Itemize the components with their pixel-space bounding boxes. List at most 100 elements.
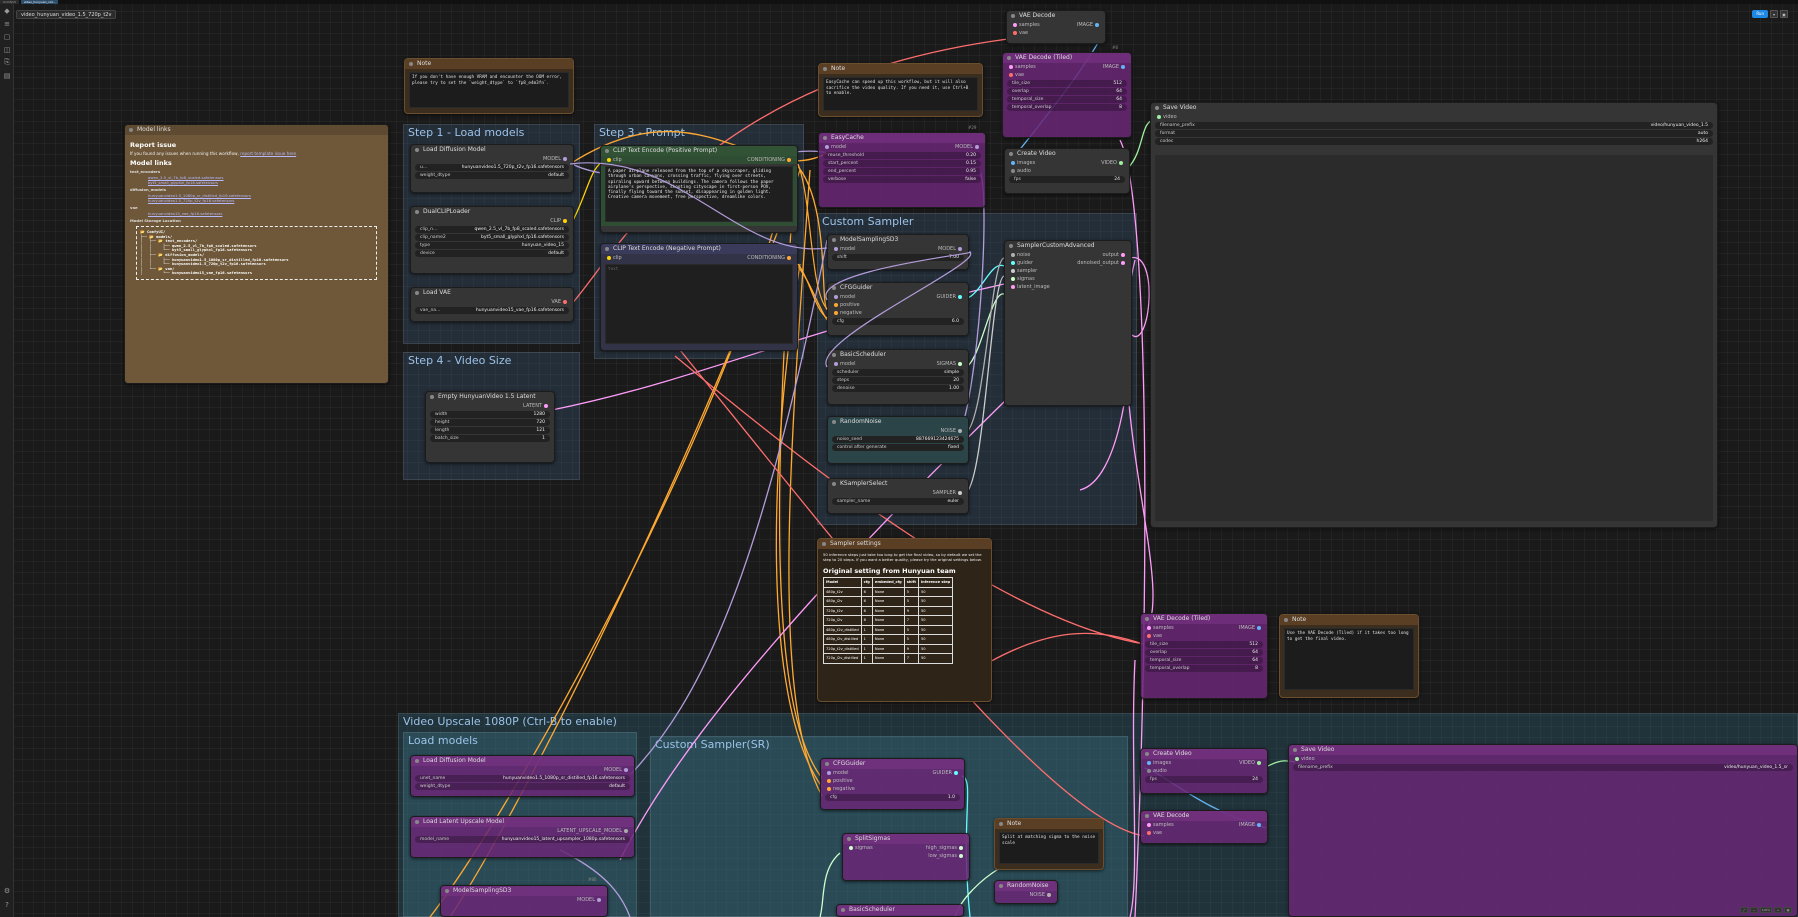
slot-dot[interactable] bbox=[958, 247, 962, 251]
note-split-sigma[interactable]: Note Split at matching sigma to the nois… bbox=[994, 818, 1104, 870]
control-after-generate-widget[interactable]: control after generate fixed bbox=[832, 444, 964, 451]
node-library-icon[interactable]: ▢ bbox=[0, 30, 14, 43]
load-vae-node[interactable]: Load VAE VAE vae_na... hunyuanvideo15_vae… bbox=[410, 287, 574, 322]
run-button[interactable]: Run bbox=[1752, 10, 1768, 18]
reuse-threshold-widget[interactable]: reuse_threshold 0.20 bbox=[823, 152, 981, 159]
output-slot[interactable]: low_sigmas bbox=[843, 852, 969, 860]
length-widget[interactable]: length 121 bbox=[430, 427, 550, 434]
cfg-widget[interactable]: cfg 1.0 bbox=[825, 794, 960, 801]
slot-dot[interactable] bbox=[624, 829, 628, 833]
format-widget[interactable]: format auto bbox=[1155, 130, 1713, 137]
slot-dot[interactable] bbox=[1011, 169, 1015, 173]
input-slot[interactable]: audio bbox=[1141, 767, 1267, 775]
codec-widget[interactable]: codec h264 bbox=[1155, 138, 1713, 145]
io-row[interactable]: samples IMAGE bbox=[1141, 821, 1267, 829]
sr-load-latent-upscale-node[interactable]: Load Latent Upscale Model LATENT_UPSCALE… bbox=[410, 816, 635, 858]
slot-dot[interactable] bbox=[1095, 23, 1099, 27]
io-row[interactable]: clip CONDITIONING bbox=[601, 254, 797, 262]
slot-dot[interactable] bbox=[834, 311, 838, 315]
slot-dot[interactable] bbox=[1257, 761, 1261, 765]
input-slot[interactable]: positive bbox=[821, 777, 964, 785]
device-widget[interactable]: device default bbox=[415, 250, 569, 257]
slot-dot[interactable] bbox=[607, 158, 611, 162]
input-slot[interactable]: vae bbox=[1141, 632, 1267, 640]
output-slot[interactable]: SAMPLER bbox=[828, 489, 968, 497]
filename-prefix-widget[interactable]: filename_prefix video/hunyuan_video_1.5_s… bbox=[1293, 764, 1793, 771]
model-link[interactable]: hunyuanvideo15_vae_fp16.safetensors bbox=[148, 211, 383, 216]
output-slot[interactable]: MODEL bbox=[411, 155, 573, 163]
noise-seed-widget[interactable]: noise_seed 887669123424675 bbox=[832, 436, 964, 443]
minimap-icon[interactable]: ▦ bbox=[1784, 907, 1792, 913]
sr-splitsigmas-node[interactable]: SplitSigmas sigmas high_sigmas low_sigmas bbox=[842, 833, 970, 881]
io-row[interactable]: model SIGMAS bbox=[828, 360, 968, 368]
sr-cfgguider-node[interactable]: CFGGuider model GUIDER positive negative … bbox=[820, 758, 965, 810]
slot-dot[interactable] bbox=[834, 295, 838, 299]
report-link[interactable]: report template issue here bbox=[240, 151, 296, 156]
io-row[interactable]: model MODEL bbox=[819, 143, 985, 151]
load-diffusion-model-node[interactable]: Load Diffusion Model MODEL u... hunyuanvi… bbox=[410, 144, 574, 193]
workflow-tab[interactable]: video_hunyuan_video_1.5_720p_t2v bbox=[16, 10, 117, 19]
io-row[interactable]: model GUIDER bbox=[821, 769, 964, 777]
sr-save-video-node[interactable]: Save Video video filename_prefix video/hu… bbox=[1288, 744, 1798, 917]
input-slot[interactable]: video bbox=[1151, 113, 1717, 121]
slot-dot[interactable] bbox=[827, 779, 831, 783]
slot-dot[interactable] bbox=[1121, 253, 1125, 257]
temporal-size-widget[interactable]: temporal_size 64 bbox=[1145, 657, 1263, 664]
note-easycache[interactable]: Note EasyCache can speed up this workflo… bbox=[818, 63, 983, 117]
start-percent-widget[interactable]: start_percent 0.15 bbox=[823, 160, 981, 167]
slot-dot[interactable] bbox=[1147, 761, 1151, 765]
slot-dot[interactable] bbox=[563, 219, 567, 223]
sr-randomnoise-node[interactable]: RandomNoise NOISE bbox=[994, 880, 1058, 904]
slot-dot[interactable] bbox=[959, 854, 963, 858]
slot-dot[interactable] bbox=[1121, 261, 1125, 265]
clip-name1-widget[interactable]: clip_n... qwen_2.5_vl_7b_fp8_scaled.safet… bbox=[415, 226, 569, 233]
input-slot[interactable]: vae bbox=[1007, 29, 1105, 37]
samplercustomadvanced-node[interactable]: SamplerCustomAdvanced noise output guider… bbox=[1004, 240, 1132, 406]
input-slot[interactable]: vae bbox=[1141, 829, 1267, 837]
overlap-widget[interactable]: overlap 64 bbox=[1145, 649, 1263, 656]
output-slot[interactable]: NOISE bbox=[828, 427, 968, 435]
output-slot[interactable]: NOISE bbox=[995, 891, 1057, 899]
negative-prompt-textarea[interactable]: text bbox=[605, 264, 793, 344]
io-row[interactable]: model MODEL bbox=[828, 245, 968, 253]
cfgguider-node[interactable]: CFGGuider model GUIDER positive negative … bbox=[827, 282, 969, 336]
zoom-level[interactable]: 100% bbox=[1760, 907, 1772, 913]
io-row[interactable]: guider denoised_output bbox=[1005, 259, 1131, 267]
slot-dot[interactable] bbox=[597, 898, 601, 902]
io-row[interactable]: images VIDEO bbox=[1141, 759, 1267, 767]
vae-decode-tiled-node[interactable]: VAE Decode (Tiled) samples IMAGE vae tile… bbox=[1002, 52, 1132, 138]
output-slot[interactable]: CLIP bbox=[411, 217, 573, 225]
slot-dot[interactable] bbox=[825, 145, 829, 149]
logo-icon[interactable]: ◆ bbox=[0, 4, 14, 17]
input-slot[interactable]: sampler bbox=[1005, 267, 1131, 275]
io-row[interactable]: clip CONDITIONING bbox=[601, 156, 797, 164]
end-percent-widget[interactable]: end_percent 0.95 bbox=[823, 168, 981, 175]
slot-dot[interactable] bbox=[1047, 893, 1051, 897]
clip-text-encode-positive-node[interactable]: CLIP Text Encode (Positive Prompt) clip C… bbox=[600, 145, 798, 233]
io-row[interactable]: noise output bbox=[1005, 251, 1131, 259]
slot-dot[interactable] bbox=[1147, 831, 1151, 835]
slot-dot[interactable] bbox=[1157, 115, 1161, 119]
output-slot[interactable]: MODEL bbox=[441, 896, 607, 904]
temporal-overlap-widget[interactable]: temporal_overlap 8 bbox=[1145, 665, 1263, 672]
clip-name2-widget[interactable]: clip_name2 byt5_small_glyphxl_fp16.safete… bbox=[415, 234, 569, 241]
help-icon[interactable]: ? bbox=[0, 898, 14, 911]
model-links-note[interactable]: Model links Report issue If you found an… bbox=[124, 124, 389, 384]
save-video-node[interactable]: Save Video video filename_prefix video/hu… bbox=[1150, 102, 1718, 528]
note-vae-tiled[interactable]: Note Use the VAE Decode (Tiled) if it ta… bbox=[1279, 614, 1419, 698]
model-name-widget[interactable]: model_name hunyuanvideo15_latent_upsample… bbox=[415, 836, 630, 843]
queue-toggle-icon[interactable]: ▣ bbox=[1780, 10, 1788, 18]
slot-dot[interactable] bbox=[827, 771, 831, 775]
slot-dot[interactable] bbox=[834, 247, 838, 251]
verbose-widget[interactable]: verbose false bbox=[823, 176, 981, 183]
create-video-node[interactable]: Create Video images VIDEO audio fps 24 bbox=[1004, 148, 1130, 194]
clip-text-encode-negative-node[interactable]: CLIP Text Encode (Negative Prompt) clip C… bbox=[600, 243, 798, 351]
slot-dot[interactable] bbox=[975, 145, 979, 149]
easycache-node[interactable]: EasyCache model MODEL reuse_threshold 0.20… bbox=[818, 132, 986, 208]
fit-view-icon[interactable]: ⤢ bbox=[1740, 907, 1748, 913]
tab-comfyui[interactable]: ComfyUI bbox=[0, 0, 19, 4]
slot-dot[interactable] bbox=[563, 157, 567, 161]
slot-dot[interactable] bbox=[1011, 261, 1015, 265]
slot-dot[interactable] bbox=[1011, 277, 1015, 281]
note-text[interactable]: EasyCache can speed up this workflow, bu… bbox=[823, 77, 978, 111]
